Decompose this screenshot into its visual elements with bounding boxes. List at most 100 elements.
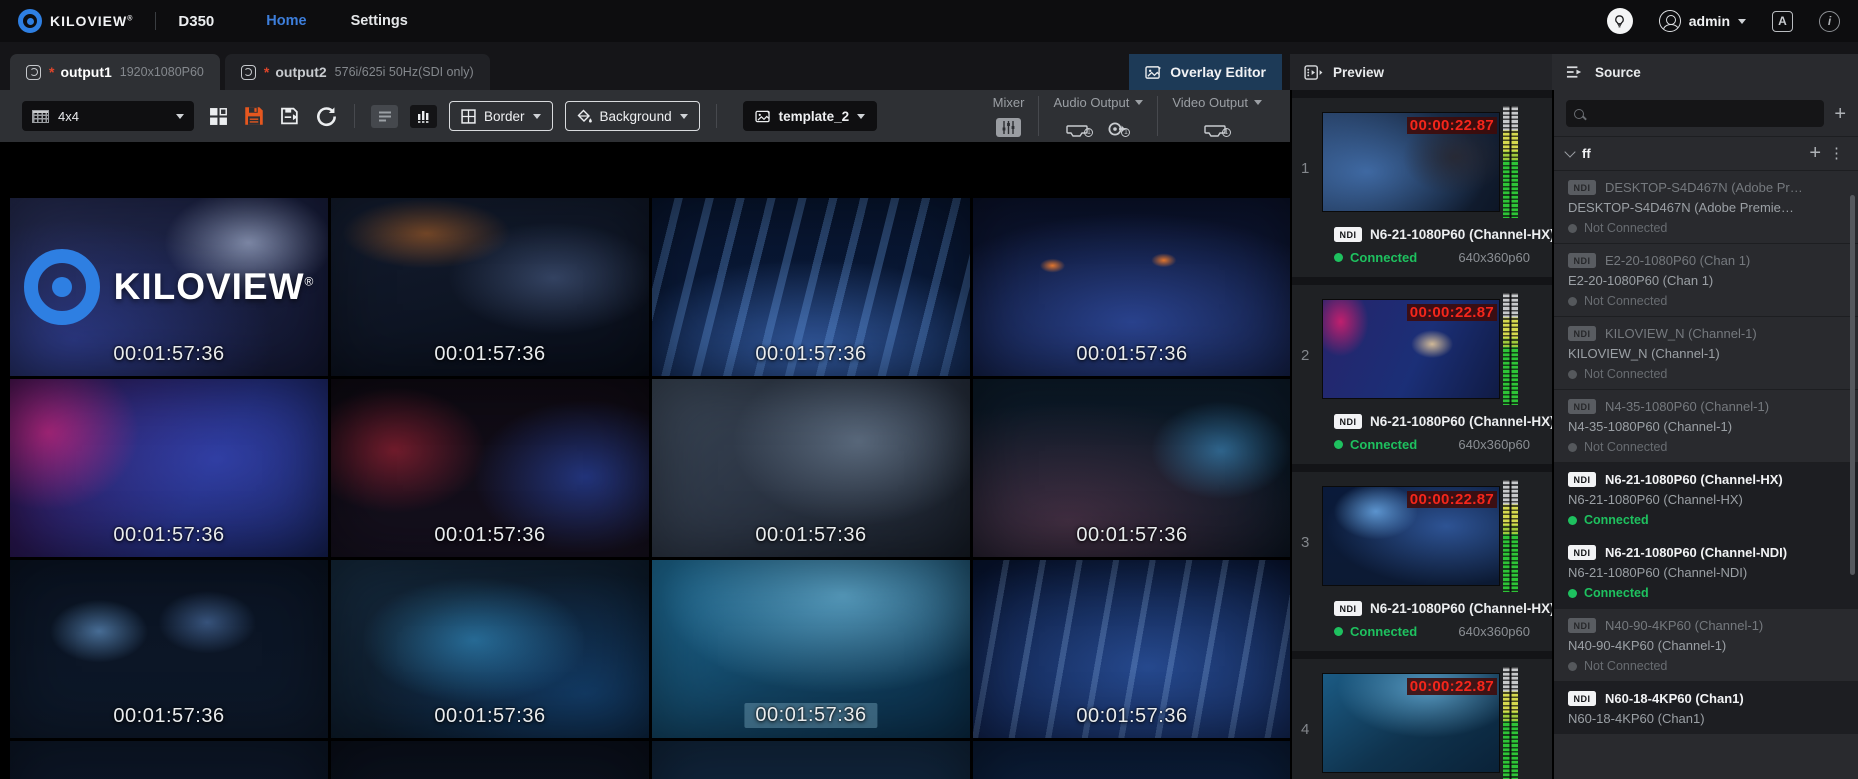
- save-as-button[interactable]: [278, 104, 302, 128]
- source-item[interactable]: NDIN60-18-4KP60 (Chan1) N60-18-4KP60 (Ch…: [1554, 681, 1858, 734]
- user-avatar-icon: [1659, 10, 1681, 32]
- save-icon: [244, 106, 264, 126]
- tab-output2[interactable]: * output2 576i/625i 50Hz(SDI only): [225, 54, 490, 90]
- grid-timecode: 00:01:57:36: [113, 524, 224, 547]
- source-subtitle: N40-90-4KP60 (Channel-1): [1568, 638, 1844, 653]
- preview-thumbnail[interactable]: 00:00:22.87: [1322, 299, 1500, 399]
- split-layout-button[interactable]: [206, 104, 230, 128]
- refresh-button[interactable]: [314, 104, 338, 128]
- border-dropdown[interactable]: Border: [449, 101, 553, 131]
- lamp-icon[interactable]: [1607, 8, 1633, 34]
- grid-timecode: 00:01:57:36: [1076, 343, 1187, 366]
- source-title: E2-20-1080P60 (Chan 1): [1605, 253, 1750, 268]
- audio-loop-icon[interactable]: 1: [1107, 120, 1130, 137]
- status-dot: [1334, 627, 1343, 636]
- grid-timecode: 00:01:57:36: [434, 343, 545, 366]
- save-button[interactable]: [242, 104, 266, 128]
- output-icon: [241, 65, 256, 80]
- add-to-group-button[interactable]: +: [1809, 143, 1821, 163]
- audio-port-icon[interactable]: 1: [1066, 120, 1093, 137]
- source-item[interactable]: NDIN6-21-1080P60 (Channel-HX) N6-21-1080…: [1554, 462, 1858, 535]
- preview-timecode: 00:00:22.87: [1407, 678, 1497, 695]
- connection-status: Connected: [1584, 586, 1649, 600]
- background-dropdown[interactable]: Background: [565, 101, 700, 131]
- language-icon[interactable]: A: [1772, 11, 1793, 32]
- preview-timecode: 00:00:22.87: [1407, 491, 1497, 508]
- preview-item[interactable]: 4 00:00:22.87: [1292, 659, 1552, 779]
- preview-status-row: Connected640x360p60: [1334, 250, 1530, 265]
- source-title: N6-21-1080P60 (Channel-HX): [1605, 472, 1783, 487]
- preview-item[interactable]: 1 00:00:22.87 NDIN6-21-1080P60 (Channel-…: [1292, 98, 1552, 277]
- source-item[interactable]: NDIE2-20-1080P60 (Chan 1) E2-20-1080P60 …: [1554, 243, 1858, 316]
- audio-meter-button[interactable]: [410, 105, 437, 128]
- save-as-icon: [280, 106, 300, 126]
- split-layout-icon: [209, 107, 228, 126]
- tab-output1[interactable]: * output1 1920x1080P60: [10, 54, 220, 90]
- preview-thumbnail[interactable]: 00:00:22.87: [1322, 673, 1500, 773]
- multiview-canvas: KILOVIEW®00:01:57:3600:01:57:3600:01:57:…: [0, 142, 1290, 779]
- user-menu[interactable]: admin: [1659, 10, 1746, 32]
- grid-cell[interactable]: 00:01:57:36: [973, 198, 1290, 376]
- source-item[interactable]: NDIN4-35-1080P60 (Channel-1) N4-35-1080P…: [1554, 389, 1858, 462]
- group-menu-icon[interactable]: [1829, 146, 1844, 161]
- search-input[interactable]: [1590, 106, 1816, 121]
- preview-thumbnail[interactable]: 00:00:22.87: [1322, 112, 1500, 212]
- grid-cell[interactable]: 00:01:57:36: [652, 379, 970, 557]
- source-item[interactable]: NDIN6-21-1080P60 (Channel-NDI) N6-21-108…: [1554, 535, 1858, 608]
- grid-cell[interactable]: 00:01:57:36: [331, 379, 649, 557]
- template-dropdown[interactable]: template_2: [743, 101, 878, 131]
- grid-cell[interactable]: [331, 741, 649, 779]
- template-image-icon: [755, 110, 771, 123]
- source-item[interactable]: NDIDESKTOP-S4D467N (Adobe Pr… DESKTOP-S4…: [1554, 170, 1858, 243]
- grid-timecode: 00:01:57:36: [113, 343, 224, 366]
- source-group-row[interactable]: ff +: [1554, 136, 1858, 170]
- grid-cell[interactable]: 00:01:57:36: [652, 198, 970, 376]
- status-dot: [1568, 662, 1577, 671]
- video-port-icon[interactable]: 1: [1204, 120, 1231, 137]
- video-output-dropdown[interactable]: Video Output: [1172, 95, 1262, 110]
- grid-cell[interactable]: 00:01:57:36: [10, 379, 328, 557]
- grid-cell[interactable]: 00:01:57:36: [331, 560, 649, 738]
- audio-output-dropdown[interactable]: Audio Output: [1053, 95, 1143, 110]
- main-area: 4x4: [0, 90, 1290, 779]
- preview-item[interactable]: 3 00:00:22.87 NDIN6-21-1080P60 (Channel-…: [1292, 472, 1552, 651]
- layout-select[interactable]: 4x4: [22, 101, 194, 131]
- overlay-editor-button[interactable]: Overlay Editor: [1129, 54, 1282, 90]
- grid-cell[interactable]: [10, 741, 328, 779]
- nav-home[interactable]: Home: [266, 13, 306, 29]
- ndi-badge: NDI: [1568, 180, 1596, 195]
- source-item[interactable]: NDIKILOVIEW_N (Channel-1) KILOVIEW_N (Ch…: [1554, 316, 1858, 389]
- add-source-button[interactable]: +: [1834, 104, 1846, 124]
- connection-status: Connected: [1350, 437, 1417, 452]
- info-icon[interactable]: i: [1819, 11, 1840, 32]
- preview-source-name: N6-21-1080P60 (Channel-HX): [1370, 227, 1552, 242]
- grid-cell[interactable]: 00:01:57:36: [973, 560, 1290, 738]
- app-window: KILOVIEW® D350 Home Settings admin A i: [0, 0, 1858, 779]
- text-overlay-button[interactable]: [371, 105, 398, 128]
- grid-cell[interactable]: 00:01:57:36: [331, 198, 649, 376]
- source-title: N6-21-1080P60 (Channel-NDI): [1605, 545, 1787, 560]
- grid-cell[interactable]: KILOVIEW®00:01:57:36: [10, 198, 328, 376]
- search-box[interactable]: [1566, 100, 1824, 127]
- source-list: NDIDESKTOP-S4D467N (Adobe Pr… DESKTOP-S4…: [1554, 170, 1858, 734]
- source-status-row: Not Connected: [1568, 659, 1844, 673]
- nav-settings[interactable]: Settings: [351, 13, 408, 29]
- source-status-row: Not Connected: [1568, 367, 1844, 381]
- grid-cell[interactable]: 00:01:57:36: [10, 560, 328, 738]
- grid-cell[interactable]: 00:01:57:36: [652, 560, 970, 738]
- source-item[interactable]: NDIN40-90-4KP60 (Channel-1) N40-90-4KP60…: [1554, 608, 1858, 681]
- mixer-faders-icon[interactable]: [996, 118, 1021, 137]
- brand: KILOVIEW®: [18, 9, 133, 33]
- source-scrollbar[interactable]: [1850, 195, 1855, 575]
- grid-cell[interactable]: 00:01:57:36: [973, 379, 1290, 557]
- preview-thumbnail[interactable]: 00:00:22.87: [1322, 486, 1500, 586]
- preview-source-name: N6-21-1080P60 (Channel-HX): [1370, 414, 1552, 429]
- grid-cell[interactable]: [973, 741, 1290, 779]
- source-status-row: Not Connected: [1568, 294, 1844, 308]
- toolbar: 4x4: [0, 90, 1290, 142]
- ndi-badge: NDI: [1568, 618, 1596, 633]
- mixer-label[interactable]: Mixer: [993, 95, 1025, 110]
- source-subtitle: N4-35-1080P60 (Channel-1): [1568, 419, 1844, 434]
- grid-cell[interactable]: [652, 741, 970, 779]
- preview-item[interactable]: 2 00:00:22.87 NDIN6-21-1080P60 (Channel-…: [1292, 285, 1552, 464]
